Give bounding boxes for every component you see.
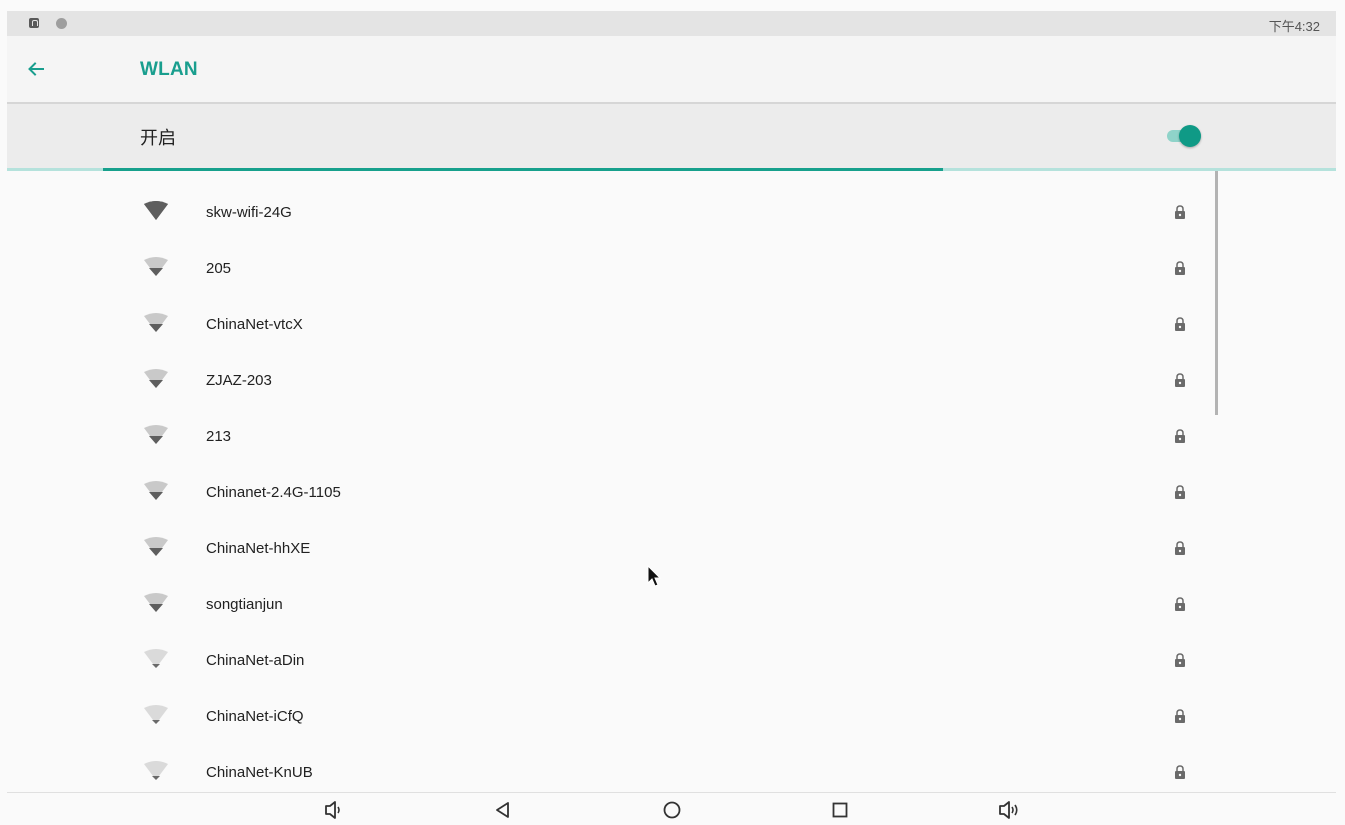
lock-icon [1175, 597, 1185, 611]
notification-dot-icon [56, 18, 67, 29]
lock-icon [1175, 709, 1185, 723]
lock-icon [1175, 765, 1185, 779]
network-ssid: songtianjun [206, 596, 283, 613]
network-row[interactable]: ChinaNet-KnUB [7, 745, 1336, 792]
network-ssid: skw-wifi-24G [206, 204, 292, 221]
app-bar: WLAN [7, 36, 1336, 104]
lock-icon [1175, 485, 1185, 499]
network-ssid: ChinaNet-hhXE [206, 540, 311, 557]
scrollbar[interactable] [1215, 171, 1218, 415]
network-list: skw-wifi-24G 205 ChinaNet-vtcX ZJAZ-203 213 C… [7, 171, 1336, 792]
network-ssid: 213 [206, 428, 232, 445]
wifi-signal-icon [144, 425, 168, 444]
wlan-toggle[interactable] [1167, 124, 1201, 148]
network-row[interactable]: skw-wifi-24G [7, 185, 1336, 241]
wifi-signal-icon [144, 537, 168, 556]
wifi-signal-icon [144, 313, 168, 332]
wifi-signal-icon [144, 369, 168, 388]
home-circle-icon[interactable] [660, 798, 684, 822]
network-row[interactable]: ChinaNet-hhXE [7, 521, 1336, 577]
lock-icon [1175, 373, 1185, 387]
page-title: WLAN [140, 59, 198, 80]
wifi-signal-icon [144, 201, 168, 220]
lock-icon [1175, 261, 1185, 275]
network-row[interactable]: songtianjun [7, 577, 1336, 633]
wifi-signal-icon [144, 649, 168, 668]
volume-down-icon[interactable] [321, 798, 345, 822]
network-row[interactable]: ChinaNet-iCfQ [7, 689, 1336, 745]
network-ssid: Chinanet-2.4G-1105 [206, 484, 341, 501]
lock-icon [1175, 429, 1185, 443]
arrow-back-icon[interactable] [25, 58, 47, 80]
network-row[interactable]: ZJAZ-203 [7, 353, 1336, 409]
network-row[interactable]: 213 [7, 409, 1336, 465]
network-ssid: ChinaNet-KnUB [206, 764, 313, 781]
lock-icon [1175, 317, 1185, 331]
network-ssid: ChinaNet-iCfQ [206, 708, 304, 725]
network-row[interactable]: ChinaNet-vtcX [7, 297, 1336, 353]
mouse-cursor-icon [647, 565, 662, 587]
notification-a-icon [29, 18, 39, 28]
wifi-signal-icon [144, 593, 168, 612]
network-ssid: ZJAZ-203 [206, 372, 272, 389]
network-ssid: ChinaNet-aDin [206, 652, 305, 669]
volume-up-icon[interactable] [997, 798, 1021, 822]
lock-icon [1175, 653, 1185, 667]
network-row[interactable]: Chinanet-2.4G-1105 [7, 465, 1336, 521]
status-bar: 下午4:32 [7, 11, 1336, 36]
wifi-signal-icon [144, 761, 168, 780]
network-row[interactable]: ChinaNet-aDin [7, 633, 1336, 689]
screen: 下午4:32 WLAN 开启 skw-wifi-24G 205 ChinaNet-v… [7, 11, 1336, 825]
status-time: 下午4:32 [1268, 19, 1320, 34]
network-ssid: 205 [206, 260, 232, 277]
lock-icon [1175, 205, 1185, 219]
network-ssid: ChinaNet-vtcX [206, 316, 303, 333]
wifi-signal-icon [144, 481, 168, 500]
network-row[interactable]: 205 [7, 241, 1336, 297]
lock-icon [1175, 541, 1185, 555]
switch-label: 开启 [140, 128, 176, 148]
navigation-bar [7, 792, 1336, 825]
toggle-thumb [1179, 125, 1201, 147]
wlan-master-switch-bar[interactable]: 开启 [7, 104, 1336, 168]
recents-square-icon[interactable] [828, 798, 852, 822]
wifi-signal-icon [144, 257, 168, 276]
back-triangle-icon[interactable] [491, 798, 515, 822]
wifi-signal-icon [144, 705, 168, 724]
